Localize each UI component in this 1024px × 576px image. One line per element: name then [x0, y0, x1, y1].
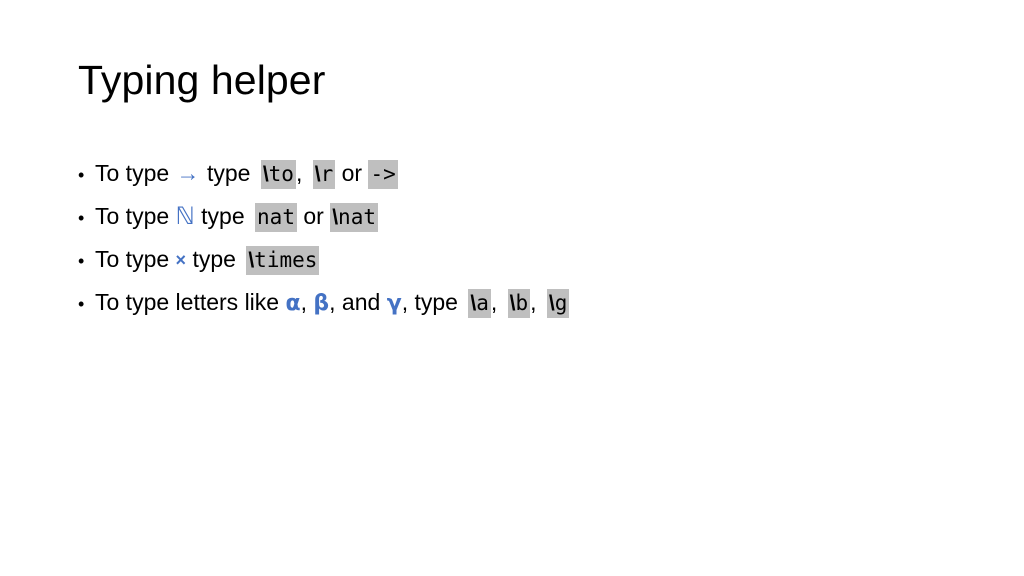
bullet-lead-text: To type	[95, 203, 170, 229]
backslash-glyph: \	[509, 292, 516, 315]
bullet-lead-text: To type	[95, 246, 170, 272]
code-chip-gamma[interactable]: \g	[546, 289, 570, 318]
bullet-content-times: To type × type \times	[95, 238, 320, 283]
code-chip-arrow-ascii[interactable]: ->	[368, 160, 398, 189]
code-chip-nat-plain[interactable]: nat	[255, 203, 297, 232]
greek-beta-icon: β	[313, 291, 330, 316]
slide-canvas: Typing helper • To type → type \to, \r o…	[0, 0, 1024, 576]
backslash-glyph: \	[548, 292, 555, 315]
code-chip-r[interactable]: \r	[312, 160, 336, 189]
backslash-glyph: \	[470, 292, 477, 315]
code-or-2: or	[303, 203, 324, 229]
bullet-icon: •	[78, 251, 85, 271]
backslash-glyph: \	[314, 163, 321, 186]
bullet-content-greek: To type letters like α, β, and γ, type \…	[95, 281, 570, 325]
code-chip-beta[interactable]: \b	[507, 289, 531, 318]
greek-comma-2: ,	[329, 289, 336, 315]
list-item: • To type letters like α, β, and γ, type…	[78, 281, 978, 324]
bullet-mid-text: type	[201, 203, 245, 229]
page-title: Typing helper	[78, 57, 326, 103]
backslash-glyph: \	[332, 206, 339, 229]
code-or-1: or	[341, 160, 363, 186]
bullet-icon: •	[78, 294, 85, 314]
double-struck-n-icon: ℕ	[175, 202, 195, 230]
bullet-list: • To type → type \to, \r or -> • To type…	[78, 152, 978, 324]
greek-gamma-icon: γ	[386, 291, 402, 316]
greek-alpha-icon: α	[285, 291, 301, 316]
list-item: • To type × type \times	[78, 238, 978, 281]
list-item: • To type → type \to, \r or ->	[78, 152, 978, 195]
code-comma-3: ,	[530, 289, 537, 315]
code-comma-1: ,	[295, 160, 303, 186]
greek-conjunction: and	[341, 289, 381, 315]
multiplication-sign-icon: ×	[175, 250, 187, 270]
code-chip-times[interactable]: \times	[246, 246, 320, 275]
right-arrow-icon: →	[176, 160, 200, 186]
bullet-content-arrow: To type → type \to, \r or ->	[95, 152, 398, 196]
greek-comma-3: ,	[401, 289, 409, 315]
code-chip-alpha[interactable]: \a	[468, 289, 491, 318]
code-comma-2: ,	[490, 289, 498, 315]
bullet-mid-text: type	[192, 246, 236, 272]
greek-comma-1: ,	[300, 289, 307, 315]
bullet-lead-text: To type	[95, 160, 170, 186]
code-chip-to[interactable]: \to	[260, 160, 296, 189]
bullet-content-nat: To type ℕ type nat or \nat	[95, 195, 378, 239]
backslash-glyph: \	[262, 163, 269, 186]
bullet-icon: •	[78, 165, 85, 185]
bullet-lead-text: To type letters like	[95, 289, 280, 315]
bullet-mid-text: type	[206, 160, 251, 186]
backslash-glyph: \	[248, 249, 255, 272]
bullet-mid-text: type	[414, 289, 458, 315]
list-item: • To type ℕ type nat or \nat	[78, 195, 978, 238]
bullet-icon: •	[78, 208, 85, 228]
code-chip-nat-escape[interactable]: \nat	[330, 203, 378, 232]
